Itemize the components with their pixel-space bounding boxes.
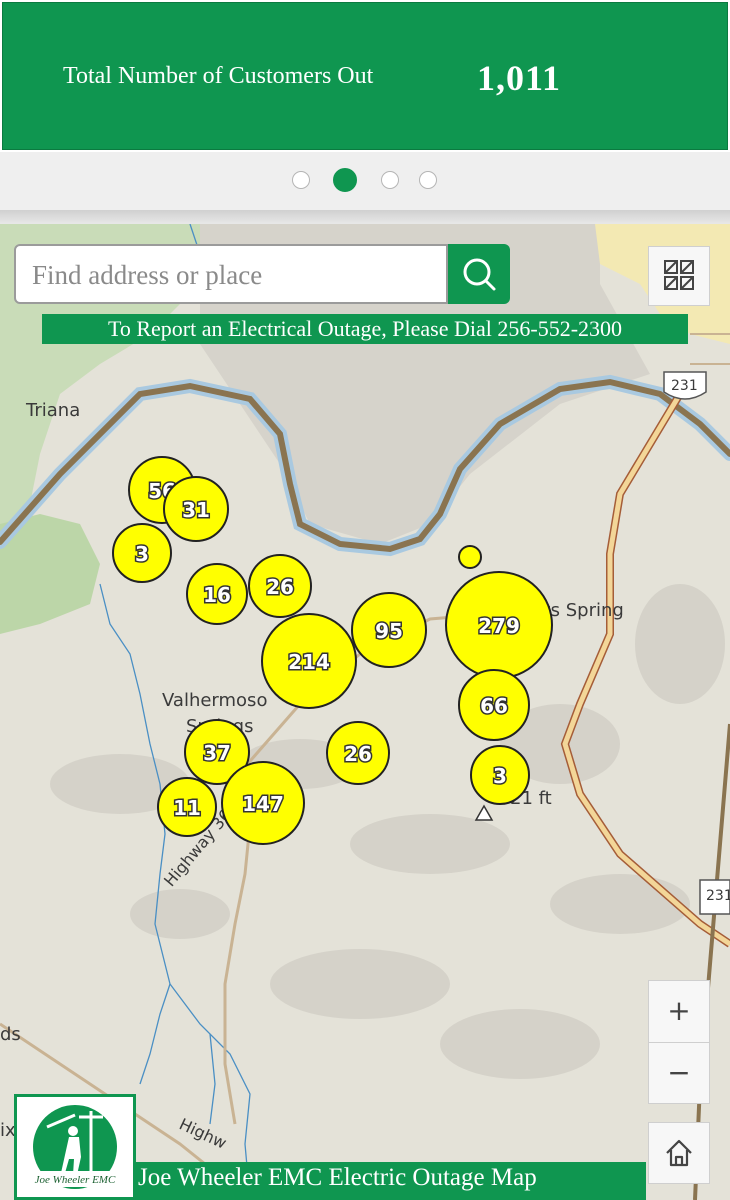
- outage-count: 95: [375, 619, 403, 643]
- outage-count: 37: [203, 741, 231, 765]
- outage-count: 3: [135, 542, 149, 566]
- outage-layer: 56 31 3 16 26 214 95 279 66 3 37 26 11 1…: [112, 456, 553, 845]
- footer-title: Joe Wheeler EMC Electric Outage Map: [138, 1164, 537, 1191]
- carousel-pager: [0, 152, 730, 210]
- joe-wheeler-logo: Joe Wheeler EMC: [14, 1094, 136, 1200]
- outage-marker[interactable]: 31: [163, 476, 229, 542]
- logo-text: Joe Wheeler EMC: [35, 1174, 116, 1186]
- outage-marker[interactable]: 279: [445, 571, 553, 679]
- search-input[interactable]: Find address or place: [14, 244, 448, 304]
- outage-map[interactable]: Triana Valhermoso Springs ys Spring 21 f…: [0, 224, 730, 1200]
- zoom-out-button[interactable]: −: [649, 1043, 709, 1104]
- outage-marker[interactable]: 26: [248, 554, 312, 618]
- section-divider: [0, 210, 730, 224]
- outage-count: 279: [478, 614, 520, 638]
- outage-marker[interactable]: 16: [186, 563, 248, 625]
- outage-marker[interactable]: 26: [326, 721, 390, 785]
- outage-count: 16: [203, 583, 231, 607]
- search-button[interactable]: [448, 244, 510, 304]
- outage-marker[interactable]: 11: [157, 777, 217, 837]
- outage-count: 147: [242, 792, 284, 816]
- outage-count: 26: [266, 575, 294, 599]
- customers-out-banner: Total Number of Customers Out 1,011: [2, 2, 728, 150]
- pager-dot-4[interactable]: [419, 171, 437, 189]
- outage-marker[interactable]: 95: [351, 592, 427, 668]
- search-placeholder: Find address or place: [32, 260, 263, 290]
- zoom-in-button[interactable]: +: [649, 981, 709, 1043]
- pager-dot-1[interactable]: [292, 171, 310, 189]
- basemap-gallery-button[interactable]: [648, 246, 710, 306]
- outage-marker[interactable]: 214: [261, 613, 357, 709]
- customers-out-value: 1,011: [477, 58, 562, 98]
- outage-marker[interactable]: 3: [470, 745, 530, 805]
- pager-dot-3[interactable]: [381, 171, 399, 189]
- outage-marker[interactable]: 147: [221, 761, 305, 845]
- outage-marker[interactable]: 66: [458, 669, 530, 741]
- outage-count: 11: [173, 796, 201, 820]
- outage-marker[interactable]: 3: [112, 523, 172, 583]
- outage-count: 66: [480, 694, 508, 718]
- lineman-logo-icon: Joe Wheeler EMC: [33, 1105, 119, 1189]
- zoom-control: + −: [648, 980, 710, 1104]
- search-icon: [463, 258, 496, 291]
- report-outage-banner: To Report an Electrical Outage, Please D…: [42, 314, 688, 344]
- basemap-gallery-icon: [664, 260, 694, 290]
- pager-dot-2-active[interactable]: [333, 168, 357, 192]
- customers-out-label: Total Number of Customers Out: [63, 63, 374, 89]
- outage-count: 214: [288, 650, 330, 674]
- outage-count: 26: [344, 742, 372, 766]
- outage-count: 3: [493, 764, 507, 788]
- outage-marker[interactable]: [458, 545, 482, 569]
- outage-count: 31: [182, 498, 210, 522]
